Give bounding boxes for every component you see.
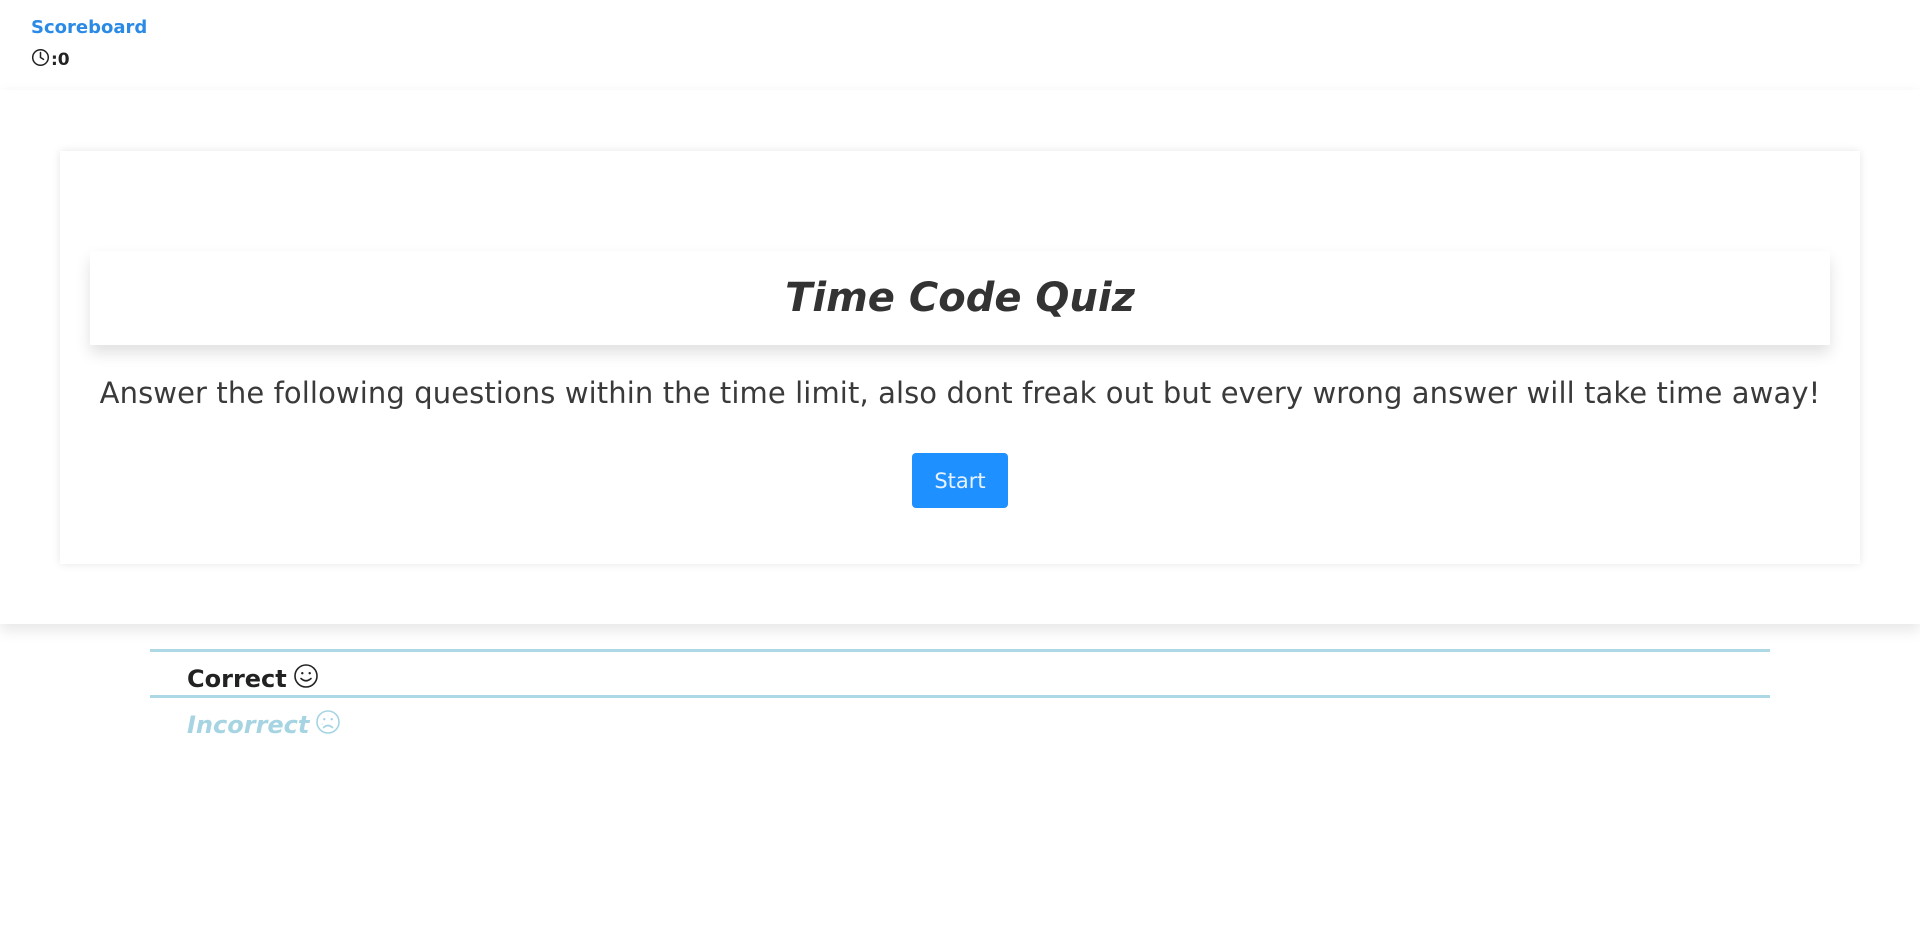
instructions-text: Answer the following questions within th… xyxy=(99,376,1821,410)
frown-icon xyxy=(309,709,341,741)
smile-icon xyxy=(287,663,319,695)
divider-bottom xyxy=(150,695,1770,698)
page-title: Time Code Quiz xyxy=(785,275,1135,321)
correct-feedback: Correct xyxy=(187,663,319,695)
top-bar: Scoreboard :0 xyxy=(0,0,1920,90)
incorrect-feedback: Incorrect xyxy=(187,709,341,741)
quiz-panel: Time Code Quiz Answer the following ques… xyxy=(0,90,1920,624)
divider-top xyxy=(150,649,1770,652)
timer: :0 xyxy=(31,48,70,72)
quiz-card: Time Code Quiz Answer the following ques… xyxy=(60,151,1860,564)
clock-icon xyxy=(31,48,51,72)
timer-value: :0 xyxy=(51,50,70,70)
title-box: Time Code Quiz xyxy=(90,251,1830,345)
incorrect-label: Incorrect xyxy=(187,711,310,739)
start-button[interactable]: Start xyxy=(912,453,1008,508)
correct-label: Correct xyxy=(187,665,287,693)
scoreboard-link[interactable]: Scoreboard xyxy=(31,17,147,38)
